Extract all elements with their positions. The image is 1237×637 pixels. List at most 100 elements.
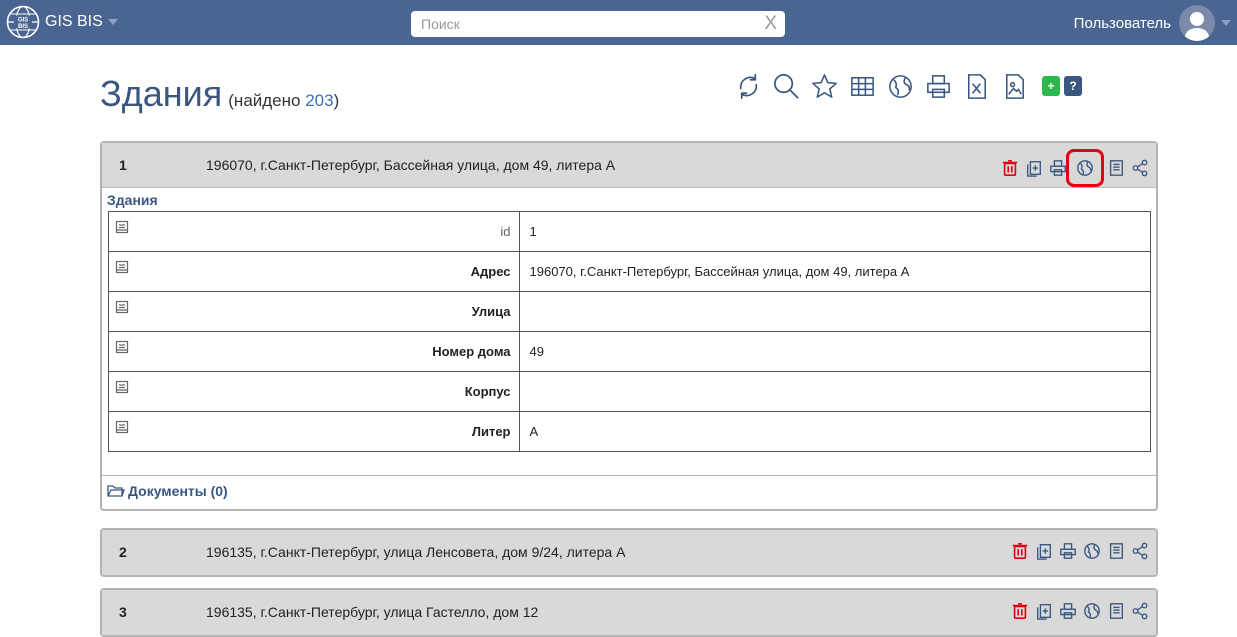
record-address: 196070, г.Санкт-Петербург, Бассейная ули… [206, 157, 616, 173]
user-name: Пользователь [1073, 14, 1171, 32]
row-note-cell[interactable] [108, 291, 129, 332]
documents-label: Документы (0) [128, 483, 228, 499]
note-icon [115, 220, 129, 234]
print-icon [1049, 160, 1066, 176]
show-on-map-button[interactable] [1081, 539, 1102, 563]
refresh-button[interactable] [730, 68, 766, 104]
print-button[interactable] [920, 68, 956, 104]
print-icon [1059, 603, 1076, 619]
row-note-cell[interactable] [108, 411, 129, 452]
trash-icon [1002, 159, 1017, 177]
table-row: id 1 [108, 211, 1151, 252]
share-button[interactable] [1129, 599, 1150, 623]
chevron-down-icon [1221, 20, 1231, 26]
globe-icon [888, 74, 912, 98]
copy-button[interactable] [1023, 156, 1044, 180]
main-toolbar: + ? [730, 66, 1082, 106]
map-button[interactable] [882, 68, 918, 104]
field-value: 1 [518, 211, 1151, 252]
row-note-cell[interactable] [108, 211, 129, 252]
found-counter: (найдено 203) [228, 91, 339, 110]
field-label: id [129, 211, 520, 252]
show-on-map-button[interactable] [1066, 149, 1104, 187]
field-label: Номер дома [129, 331, 520, 372]
export-image-button[interactable] [996, 68, 1032, 104]
record-number: 3 [119, 604, 127, 620]
note-icon [115, 380, 129, 394]
delete-button[interactable] [1009, 539, 1030, 563]
field-value [518, 371, 1151, 412]
table-view-button[interactable] [844, 68, 880, 104]
copy-button[interactable] [1033, 599, 1054, 623]
folder-icon [107, 485, 125, 497]
details-button[interactable] [1105, 156, 1126, 180]
record-header[interactable]: 1 196070, г.Санкт-Петербург, Бассейная у… [102, 143, 1156, 188]
field-value [518, 291, 1151, 332]
field-value: 49 [518, 331, 1151, 372]
print-button[interactable] [1047, 156, 1068, 180]
field-label: Улица [129, 291, 520, 332]
note-icon [115, 260, 129, 274]
section-title[interactable]: Здания [102, 188, 1156, 211]
globe-icon [1083, 543, 1100, 559]
show-on-map-button[interactable] [1081, 599, 1102, 623]
table-row: Литер А [108, 411, 1151, 452]
excel-icon [967, 73, 986, 99]
search-input[interactable] [411, 11, 751, 37]
documents-link[interactable]: Документы (0) [102, 476, 1156, 506]
page-title-text: Здания [100, 73, 223, 114]
copy-button[interactable] [1033, 539, 1054, 563]
svg-text:BIS: BIS [18, 24, 28, 30]
user-menu[interactable]: Пользователь [1074, 4, 1231, 42]
record-header[interactable]: 3 196135, г.Санкт-Петербург, улица Гасте… [102, 590, 1156, 635]
user-icon [1184, 12, 1210, 41]
copy-icon [1026, 161, 1041, 177]
delete-button[interactable] [1009, 599, 1030, 623]
field-label: Корпус [129, 371, 520, 412]
share-button[interactable] [1129, 156, 1150, 180]
record-panel: 2 196135, г.Санкт-Петербург, улица Ленсо… [100, 528, 1158, 577]
copy-icon [1036, 544, 1051, 560]
table-icon [850, 76, 874, 96]
search-box: X [411, 11, 785, 37]
star-icon [811, 73, 837, 98]
clear-search-button[interactable]: X [764, 13, 777, 35]
row-note-cell[interactable] [108, 331, 129, 372]
record-number: 2 [119, 544, 127, 560]
record-address: 196135, г.Санкт-Петербург, улица Ленсове… [206, 544, 626, 560]
globe-icon [1083, 603, 1100, 619]
add-button[interactable]: + [1042, 76, 1060, 96]
found-count: 203 [305, 91, 334, 110]
details-button[interactable] [1105, 539, 1126, 563]
details-button[interactable] [1105, 599, 1126, 623]
record-panel: 3 196135, г.Санкт-Петербург, улица Гасте… [100, 588, 1158, 637]
record-number: 1 [119, 157, 127, 173]
table-row: Корпус [108, 371, 1151, 412]
search-button[interactable] [768, 68, 804, 104]
note-icon [1109, 543, 1123, 559]
delete-button[interactable] [999, 156, 1020, 180]
export-excel-button[interactable] [958, 68, 994, 104]
note-icon [1109, 160, 1123, 176]
record-actions [996, 149, 1150, 187]
note-icon [115, 420, 129, 434]
share-button[interactable] [1129, 539, 1150, 563]
page-title: Здания (найдено 203) [100, 73, 339, 115]
row-note-cell[interactable] [108, 251, 129, 292]
row-note-cell[interactable] [108, 371, 129, 412]
print-button[interactable] [1057, 599, 1078, 623]
found-suffix: ) [333, 91, 340, 110]
globe-logo-icon: GIS BIS [6, 5, 40, 39]
table-row: Улица [108, 291, 1151, 332]
brand-name: GIS BIS [45, 13, 103, 30]
record-actions [1006, 539, 1150, 563]
search-icon [773, 73, 799, 99]
print-icon [926, 74, 950, 98]
record-header[interactable]: 2 196135, г.Санкт-Петербург, улица Ленсо… [102, 530, 1156, 575]
help-button[interactable]: ? [1064, 76, 1082, 96]
brand-menu[interactable]: GIS BIS GIS BIS [6, 5, 118, 39]
table-row: Адрес 196070, г.Санкт-Петербург, Бассейна… [108, 251, 1151, 292]
trash-icon [1012, 542, 1027, 560]
favorites-button[interactable] [806, 68, 842, 104]
print-button[interactable] [1057, 539, 1078, 563]
